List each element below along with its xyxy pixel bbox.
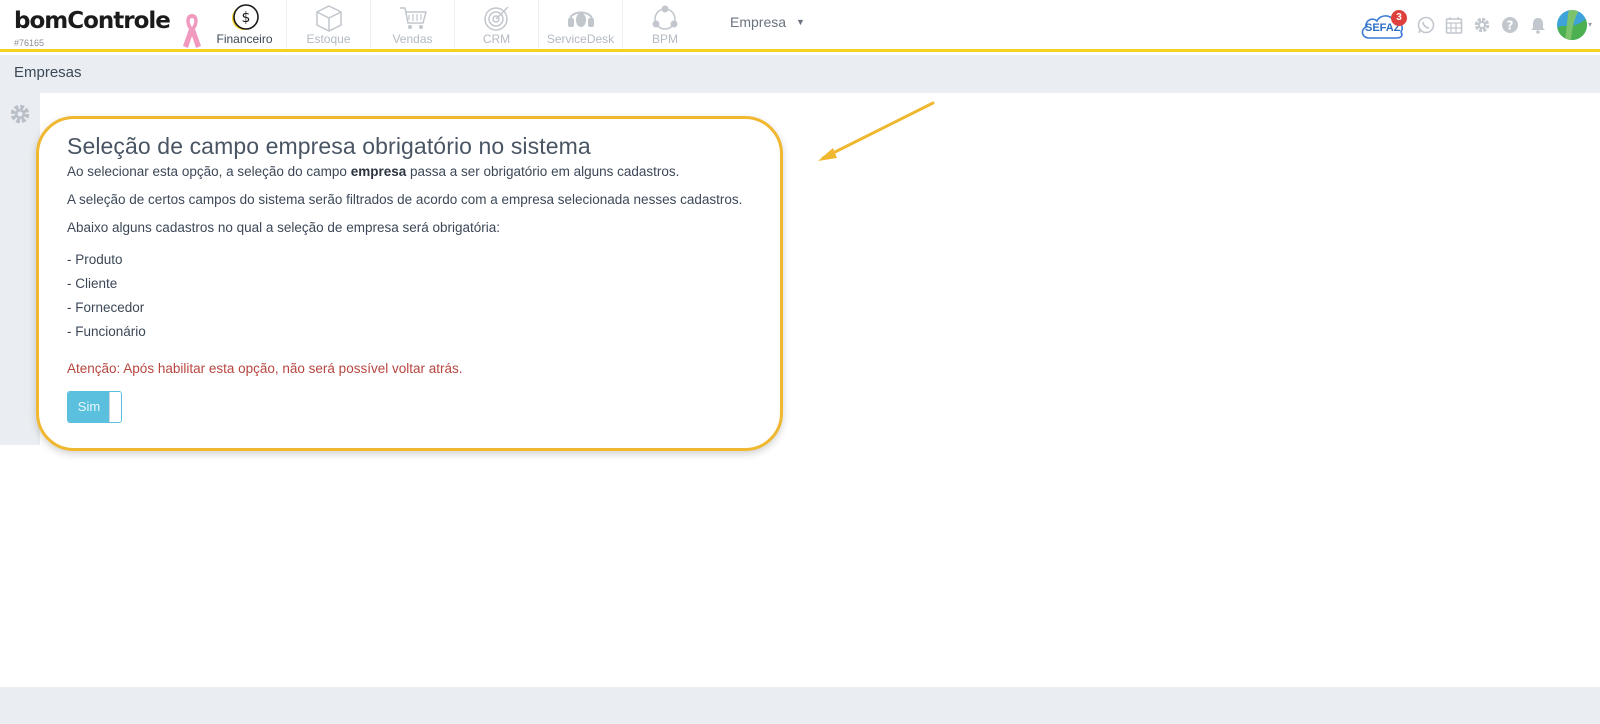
page-footer bbox=[0, 687, 1600, 724]
description-paragraph-3: Abaixo alguns cadastros no qual a seleçã… bbox=[67, 220, 501, 235]
bell-icon[interactable] bbox=[1529, 16, 1547, 34]
nav-item-vendas[interactable]: Vendas bbox=[371, 0, 455, 49]
logo-text: bomControle bbox=[14, 8, 171, 34]
panel-title: Seleção de campo empresa obrigatório no … bbox=[67, 133, 591, 159]
p1-bold: empresa bbox=[350, 164, 407, 179]
list-item: - Fornecedor bbox=[67, 300, 145, 315]
dollar-coin-icon: $ bbox=[203, 4, 286, 32]
target-icon bbox=[455, 4, 538, 32]
description-paragraph-2: A seleção de certos campos do sistema se… bbox=[67, 192, 743, 207]
p1-after: passa a ser obrigatório em alguns cadast… bbox=[406, 164, 680, 179]
enable-toggle[interactable]: Sim bbox=[67, 391, 122, 423]
help-icon[interactable]: ? bbox=[1501, 16, 1519, 34]
svg-text:?: ? bbox=[1507, 18, 1514, 32]
toggle-handle[interactable] bbox=[109, 392, 121, 422]
shopping-cart-icon bbox=[371, 4, 454, 32]
caret-down-icon: ▼ bbox=[796, 17, 805, 27]
calendar-icon[interactable] bbox=[1445, 16, 1463, 34]
box-icon bbox=[287, 4, 370, 32]
gear-icon[interactable] bbox=[1473, 16, 1491, 34]
nav-item-bpm[interactable]: BPM bbox=[623, 0, 707, 49]
sefaz-button[interactable]: SEFAZ 3 bbox=[1359, 9, 1407, 40]
warning-text: Atenção: Após habilitar esta opção, não … bbox=[67, 361, 463, 376]
list-item: - Cliente bbox=[67, 276, 118, 291]
nav-label: BPM bbox=[651, 32, 678, 46]
nav-label: Financeiro bbox=[216, 32, 273, 46]
empresa-select[interactable]: Empresa ▼ bbox=[730, 14, 805, 30]
empresa-required-panel: Seleção de campo empresa obrigatório no … bbox=[36, 116, 783, 451]
nav-item-financeiro[interactable]: $ Financeiro bbox=[203, 0, 287, 49]
description-paragraph-1: Ao selecionar esta opção, a seleção do c… bbox=[67, 163, 760, 180]
nav-label: CRM bbox=[482, 32, 511, 46]
panel-content: Seleção de campo empresa obrigatório no … bbox=[67, 131, 760, 377]
list-item: - Produto bbox=[67, 252, 123, 267]
p1-before: Ao selecionar esta opção, a seleção do c… bbox=[67, 164, 351, 179]
module-nav: $ Financeiro Estoque Vendas CRM ServiceD… bbox=[203, 0, 707, 49]
required-registers-list: - Produto - Cliente - Fornecedor - Funci… bbox=[67, 251, 760, 340]
list-item: - Funcionário bbox=[67, 324, 146, 339]
gear-icon[interactable] bbox=[9, 103, 31, 130]
page-title: Empresas bbox=[14, 64, 82, 81]
notification-badge: 3 bbox=[1390, 9, 1407, 26]
chevron-down-icon: ▾ bbox=[1587, 20, 1592, 29]
svg-text:$: $ bbox=[241, 10, 250, 26]
toggle-on-label: Sim bbox=[68, 392, 110, 422]
whatsapp-icon[interactable] bbox=[1417, 16, 1435, 34]
account-code: #76165 bbox=[14, 38, 45, 48]
nav-item-crm[interactable]: CRM bbox=[455, 0, 539, 49]
user-menu[interactable]: ▾ bbox=[1556, 9, 1592, 40]
pink-ribbon-icon bbox=[180, 12, 204, 55]
headset-icon bbox=[539, 4, 622, 32]
header-actions: SEFAZ 3 ? ▾ bbox=[1349, 0, 1592, 49]
nav-label: Estoque bbox=[306, 32, 351, 46]
top-navbar: bomControle #76165 $ Financeiro Estoque … bbox=[0, 0, 1600, 52]
nav-label: ServiceDesk bbox=[546, 32, 615, 46]
brand-logo[interactable]: bomControle #76165 bbox=[14, 8, 171, 48]
process-cycle-icon bbox=[623, 4, 707, 32]
settings-sidebar bbox=[0, 93, 40, 445]
nav-label: Vendas bbox=[392, 32, 433, 46]
avatar bbox=[1556, 9, 1587, 40]
page-header: Empresas bbox=[0, 55, 1600, 93]
annotation-arrow-icon bbox=[815, 100, 935, 170]
empresa-select-label: Empresa bbox=[730, 14, 787, 30]
nav-item-estoque[interactable]: Estoque bbox=[287, 0, 371, 49]
nav-item-servicedesk[interactable]: ServiceDesk bbox=[539, 0, 623, 49]
